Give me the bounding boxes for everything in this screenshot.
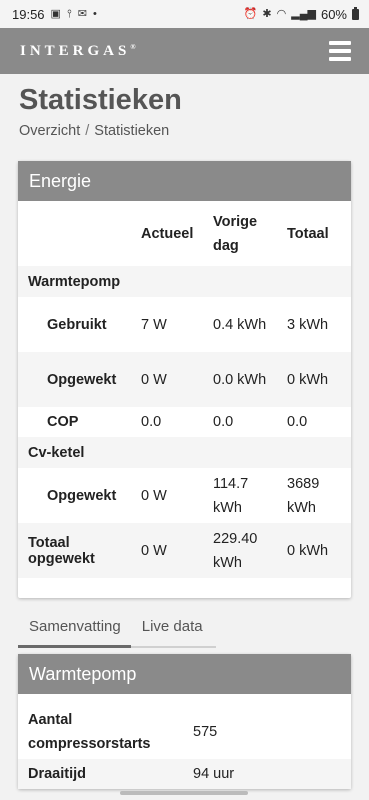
breadcrumb: Overzicht / Statistieken (19, 123, 369, 139)
alarm-icon: ⏰ (243, 7, 258, 20)
wp-value-compressorstarts: 575 (193, 723, 218, 740)
table-row: Gebruikt 7 W 0.4 kWh 3 kWh (18, 297, 351, 352)
section-warmtepomp: Warmtepomp (28, 273, 121, 290)
energy-card: Energie Actueel Vorige dag Totaal Warmte… (18, 161, 351, 598)
status-right: ⏰ ✱ ◠ ▂▄▆ 60% (243, 6, 359, 22)
bluetooth-icon: ✱ (262, 7, 272, 20)
cell-totaal-opgewekt-actueel: 0 W (141, 542, 167, 559)
row-label-totaal-opgewekt: Totaal opgewekt (28, 534, 95, 567)
breadcrumb-current: Statistieken (94, 123, 170, 139)
status-bar: 19:56 ▣ ⫯ ✉ • ⏰ ✱ ◠ ▂▄▆ 60% (0, 0, 369, 28)
cell-cv-opgewekt-actueel: 0 W (141, 487, 167, 504)
breadcrumb-separator: / (85, 123, 90, 139)
cell-totaal-opgewekt-totaal: 0 kWh (287, 542, 329, 559)
cell-cop-vorige: 0.0 (213, 414, 234, 430)
logo-text: INTERGAS (20, 42, 131, 59)
section-cv-ketel: Cv-ketel (28, 444, 85, 461)
row-label-cop: COP (47, 414, 79, 430)
gallery-icon: ▣ (50, 7, 61, 20)
row-label-cv-opgewekt: Opgewekt (47, 487, 117, 504)
table-row: Totaal opgewekt 0 W 229.40 kWh 0 kWh (18, 523, 351, 578)
wifi-icon: ◠ (276, 7, 287, 20)
menu-icon[interactable] (329, 41, 351, 61)
energy-col-vorige-dag: Vorige dag (213, 213, 258, 254)
status-time: 19:56 (12, 6, 45, 22)
status-left: 19:56 ▣ ⫯ ✉ • (12, 7, 97, 22)
message-icon: ✉ (77, 7, 87, 20)
tab-live-data[interactable]: Live data (131, 618, 213, 646)
breadcrumb-home[interactable]: Overzicht (19, 123, 80, 139)
cell-cv-opgewekt-totaal: 3689 kWh (287, 475, 320, 516)
table-row: COP 0.0 0.0 0.0 (18, 407, 351, 437)
row-label-opgewekt: Opgewekt (47, 371, 117, 388)
warmtepomp-card: Warmtepomp Aantal compressorstarts 575 D… (18, 654, 351, 789)
cell-gebruikt-vorige: 0.4 kWh (213, 316, 267, 333)
table-row: Aantal compressorstarts 575 (18, 704, 351, 759)
warmtepomp-table: Aantal compressorstarts 575 Draaitijd 94… (18, 694, 351, 789)
energy-table: Actueel Vorige dag Totaal Warmtepomp Geb… (18, 201, 351, 598)
intergas-logo[interactable]: INTERGAS® (20, 43, 136, 60)
cell-opgewekt-totaal: 0 kWh (287, 371, 329, 388)
cell-cv-opgewekt-vorige: 114.7 kWh (213, 475, 249, 516)
table-row: Draaitijd 94 uur (18, 759, 351, 789)
app-header: INTERGAS® (0, 28, 369, 74)
table-row: Opgewekt 0 W 0.0 kWh 0 kWh (18, 352, 351, 407)
cell-opgewekt-actueel: 0 W (141, 371, 167, 388)
cell-gebruikt-totaal: 3 kWh (287, 316, 329, 333)
wp-key-compressorstarts: Aantal compressorstarts (28, 711, 151, 752)
cell-totaal-opgewekt-vorige: 229.40 kWh (213, 530, 258, 571)
page-title: Statistieken (19, 84, 182, 116)
notification-dot-icon: • (92, 7, 97, 20)
antenna-icon: ⫯ (66, 7, 72, 20)
wp-key-draaitijd: Draaitijd (28, 766, 87, 782)
table-row: Opgewekt 0 W 114.7 kWh 3689 kWh (18, 468, 351, 523)
energy-card-title: Energie (18, 161, 351, 201)
table-row: Cv-ketel (18, 437, 351, 468)
row-label-gebruikt: Gebruikt (47, 316, 107, 333)
warmtepomp-card-title: Warmtepomp (18, 654, 351, 694)
cell-opgewekt-vorige: 0.0 kWh (213, 371, 267, 388)
cell-cop-totaal: 0.0 (287, 414, 308, 430)
energy-table-header-row: Actueel Vorige dag Totaal (18, 201, 351, 266)
battery-percent: 60% (320, 6, 347, 22)
energy-col-totaal: Totaal (287, 225, 329, 242)
logo-registered-mark: ® (130, 42, 136, 51)
cell-cop-actueel: 0.0 (141, 414, 162, 430)
tab-bar: Samenvatting Live data (18, 618, 216, 648)
wp-value-draaitijd: 94 uur (193, 766, 235, 782)
tab-samenvatting[interactable]: Samenvatting (18, 618, 131, 648)
energy-col-actueel: Actueel (141, 225, 194, 242)
table-row: Warmtepomp (18, 266, 351, 297)
energy-col-empty (18, 201, 135, 266)
battery-icon (352, 6, 359, 20)
table-spacer-row (18, 578, 351, 598)
cell-gebruikt-actueel: 7 W (141, 316, 167, 333)
signal-icon: ▂▄▆ (291, 7, 316, 20)
home-indicator[interactable] (120, 791, 248, 795)
